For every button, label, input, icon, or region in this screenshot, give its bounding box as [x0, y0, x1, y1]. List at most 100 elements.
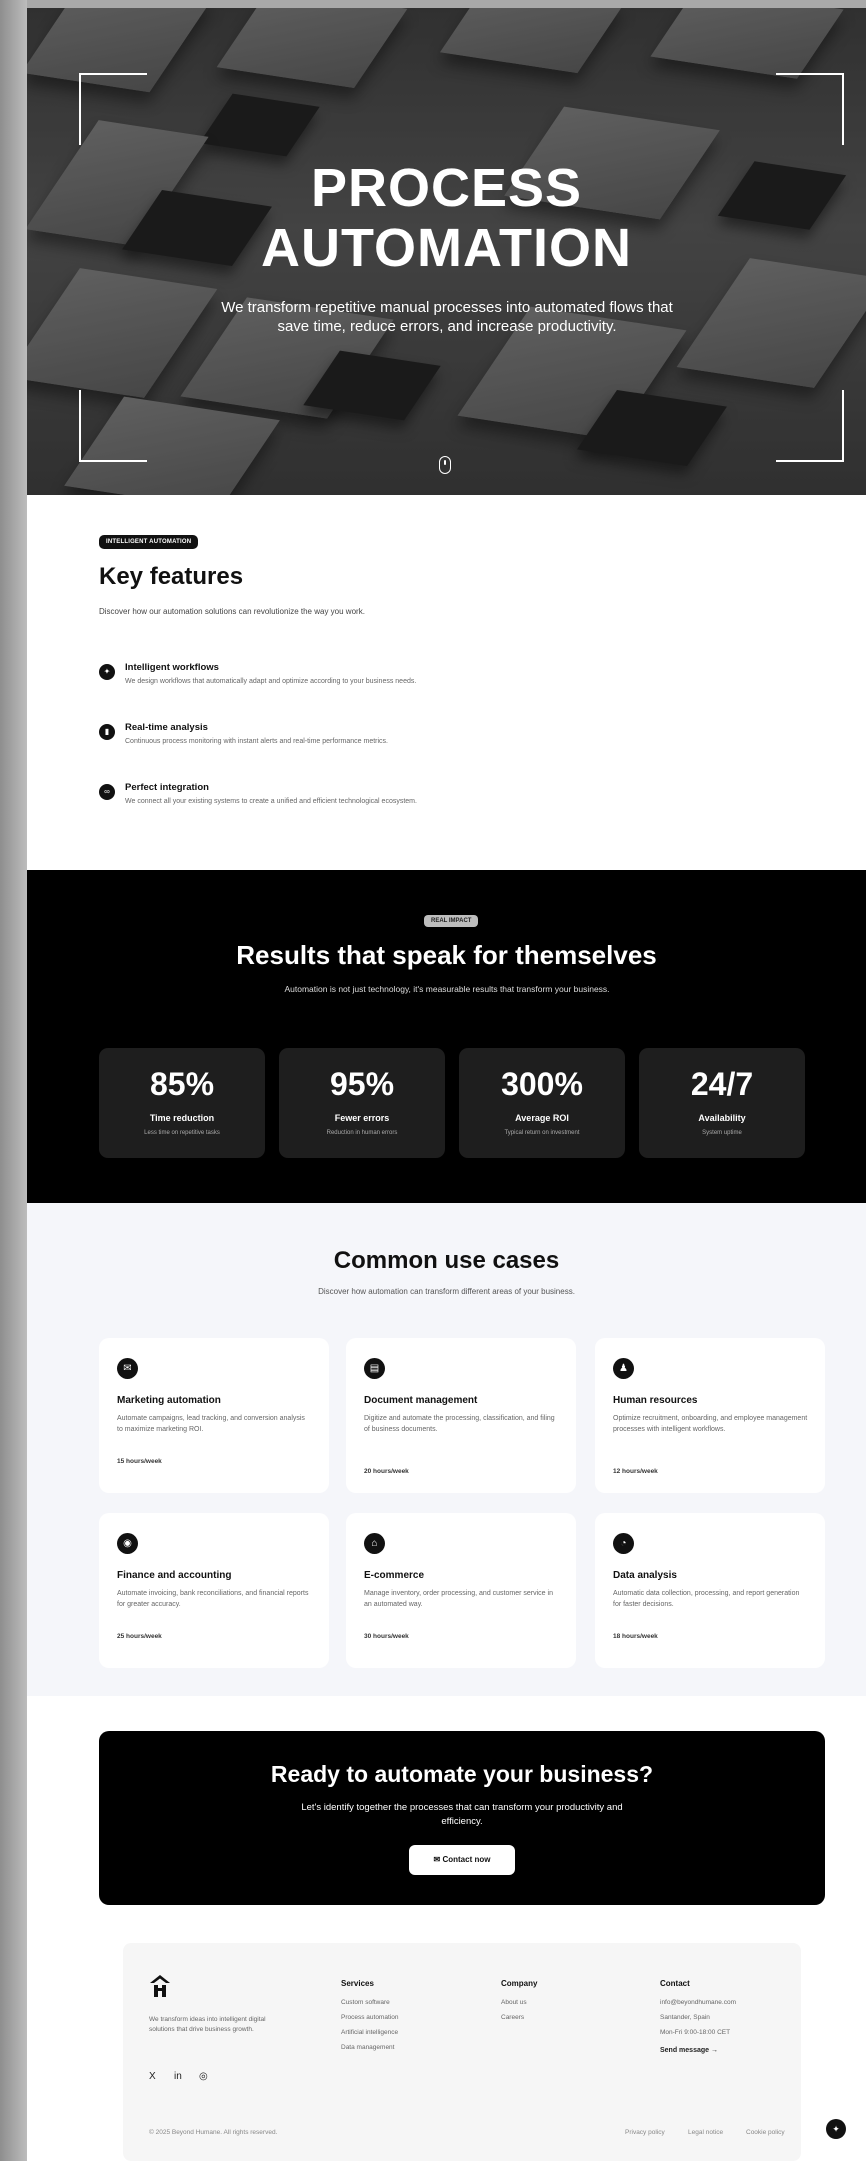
hero-title-line2: AUTOMATION [261, 218, 632, 278]
usecases-title: Common use cases [333, 1247, 560, 1274]
page: PROCESS AUTOMATION We transform repetiti… [27, 8, 866, 2161]
features-title: Key features [99, 563, 244, 590]
privacy-policy-link[interactable]: Privacy policy [625, 2129, 665, 2136]
hero-section: PROCESS AUTOMATION We transform repetiti… [27, 8, 866, 495]
features-section: INTELLIGENT AUTOMATION Key features Disc… [27, 495, 866, 870]
footer-heading-company: Company [501, 1979, 538, 1988]
results-badge: REAL IMPACT [424, 915, 479, 927]
usecase-card: ▤ Document management Digitize and autom… [346, 1338, 576, 1493]
frame-corner-bottom-left [79, 390, 147, 462]
instagram-icon[interactable]: ◎ [199, 2071, 208, 2082]
frame-corner-top-left [79, 73, 147, 145]
stat-subtext: Typical return on investment [504, 1130, 580, 1136]
usecase-card: ◉ Finance and accounting Automate invoic… [99, 1513, 329, 1668]
contact-now-button[interactable]: ✉ Contact now [409, 1845, 515, 1875]
link-icon: ∞ [99, 784, 115, 800]
stat-value: 85% [149, 1066, 215, 1102]
usecase-name: Marketing automation [117, 1395, 221, 1406]
usecase-card: ✉ Marketing automation Automate campaign… [99, 1338, 329, 1493]
footer-heading-services: Services [341, 1979, 374, 1988]
legal-notice-link[interactable]: Legal notice [688, 2129, 723, 2136]
stat-label: Time reduction [149, 1113, 215, 1123]
usecase-name: Human resources [613, 1395, 698, 1406]
stat-value: 300% [501, 1066, 583, 1102]
usecases-section: Common use cases Discover how automation… [27, 1203, 866, 1696]
stat-label: Availability [698, 1113, 746, 1123]
chart-icon: ▮ [99, 724, 115, 740]
usecase-text: Automate campaigns, lead tracking, and c… [117, 1415, 305, 1433]
footer-about: We transform ideas into intelligent digi… [149, 2016, 266, 2033]
footer-link[interactable]: Careers [501, 2014, 524, 2021]
scroll-indicator-icon[interactable] [439, 456, 451, 474]
brand-logo-icon[interactable] [149, 1974, 171, 1998]
features-badge: INTELLIGENT AUTOMATION [99, 535, 199, 549]
contact-hours: Mon-Fri 9:00-18:00 CET [660, 2029, 731, 2036]
feature-text: We design workflows that automatically a… [125, 678, 417, 685]
hero-subtitle: We transform repetitive manual processes… [221, 299, 673, 335]
usecase-card: ♟ Human resources Optimize recruitment, … [595, 1338, 825, 1493]
sparkle-icon: ✦ [99, 664, 115, 680]
stat-label: Average ROI [515, 1113, 569, 1123]
results-title: Results that speak for themselves [236, 940, 657, 970]
usecase-card: ⌂ E-commerce Manage inventory, order pro… [346, 1513, 576, 1668]
footer-link[interactable]: Custom software [341, 1999, 390, 2006]
usecase-hours: 30 hours/week [364, 1633, 409, 1640]
cta-title: Ready to automate your business? [270, 1761, 654, 1787]
feature-text: Continuous process monitoring with insta… [125, 738, 389, 745]
stat-card: 24/7 Availability System uptime [639, 1048, 805, 1158]
footer-link[interactable]: Artificial intelligence [341, 2029, 398, 2036]
footer-link[interactable]: Process automation [341, 2014, 398, 2021]
stat-card: 300% Average ROI Typical return on inves… [459, 1048, 625, 1158]
footer-link[interactable]: Data management [341, 2044, 394, 2051]
usecase-text: Automatic data collection, processing, a… [613, 1590, 800, 1608]
usecase-hours: 15 hours/week [117, 1458, 162, 1465]
stat-subtext: Less time on repetitive tasks [144, 1130, 220, 1136]
results-section: REAL IMPACT Results that speak for thems… [27, 870, 866, 1203]
footer: We transform ideas into intelligent digi… [123, 1943, 801, 2161]
linkedin-icon[interactable]: in [174, 2071, 182, 2082]
send-message-link[interactable]: Send message → [660, 2047, 718, 2054]
usecase-text: Manage inventory, order processing, and … [364, 1590, 553, 1608]
usecase-hours: 12 hours/week [613, 1468, 658, 1475]
bag-icon: ⌂ [364, 1533, 385, 1554]
stat-subtext: System uptime [702, 1130, 742, 1136]
feature-name: Real-time analysis [125, 722, 208, 733]
usecases-description: Discover how automation can transform di… [318, 1287, 575, 1296]
usecase-text: Automate invoicing, bank reconciliations… [117, 1590, 309, 1608]
hero-title: PROCESS AUTOMATION [27, 158, 866, 278]
window-frame-top [0, 0, 866, 8]
usecase-card: ◔ Data analysis Automatic data collectio… [595, 1513, 825, 1668]
stat-label: Fewer errors [334, 1113, 390, 1123]
stat-card: 95% Fewer errors Reduction in human erro… [279, 1048, 445, 1158]
usecase-name: E-commerce [364, 1570, 425, 1581]
cookie-policy-link[interactable]: Cookie policy [746, 2129, 785, 2136]
usecase-name: Document management [364, 1395, 478, 1406]
copyright: © 2025 Beyond Humane. All rights reserve… [149, 2129, 278, 2136]
usecase-hours: 18 hours/week [613, 1633, 658, 1640]
analytics-icon: ◔ [613, 1533, 634, 1554]
usecase-name: Finance and accounting [117, 1570, 232, 1581]
frame-corner-bottom-right [776, 390, 844, 462]
footer-link[interactable]: About us [501, 1999, 527, 2006]
frame-corner-top-right [776, 73, 844, 145]
cta-section: Ready to automate your business? Let's i… [99, 1731, 825, 1905]
x-icon[interactable]: X [149, 2071, 156, 2082]
feature-text: We connect all your existing systems to … [125, 798, 417, 805]
chat-icon[interactable]: ✦ [826, 2119, 846, 2139]
contact-now-label: Contact now [442, 1855, 491, 1864]
stat-value: 95% [329, 1066, 395, 1102]
cta-description: Let's identify together the processes th… [301, 1802, 623, 1827]
feature-name: Intelligent workflows [125, 662, 219, 673]
results-description: Automation is not just technology, it's … [284, 984, 610, 994]
coin-icon: ◉ [117, 1533, 138, 1554]
usecase-text: Optimize recruitment, onboarding, and em… [613, 1415, 808, 1433]
hero-title-line1: PROCESS [310, 158, 583, 218]
features-description: Discover how our automation solutions ca… [99, 607, 365, 616]
document-icon: ▤ [364, 1358, 385, 1379]
usecase-hours: 25 hours/week [117, 1633, 162, 1640]
contact-email[interactable]: info@beyondhumane.com [660, 1999, 736, 2006]
stat-subtext: Reduction in human errors [326, 1130, 398, 1136]
window-frame-left [0, 0, 27, 2161]
stat-value: 24/7 [690, 1066, 754, 1102]
people-icon: ♟ [613, 1358, 634, 1379]
